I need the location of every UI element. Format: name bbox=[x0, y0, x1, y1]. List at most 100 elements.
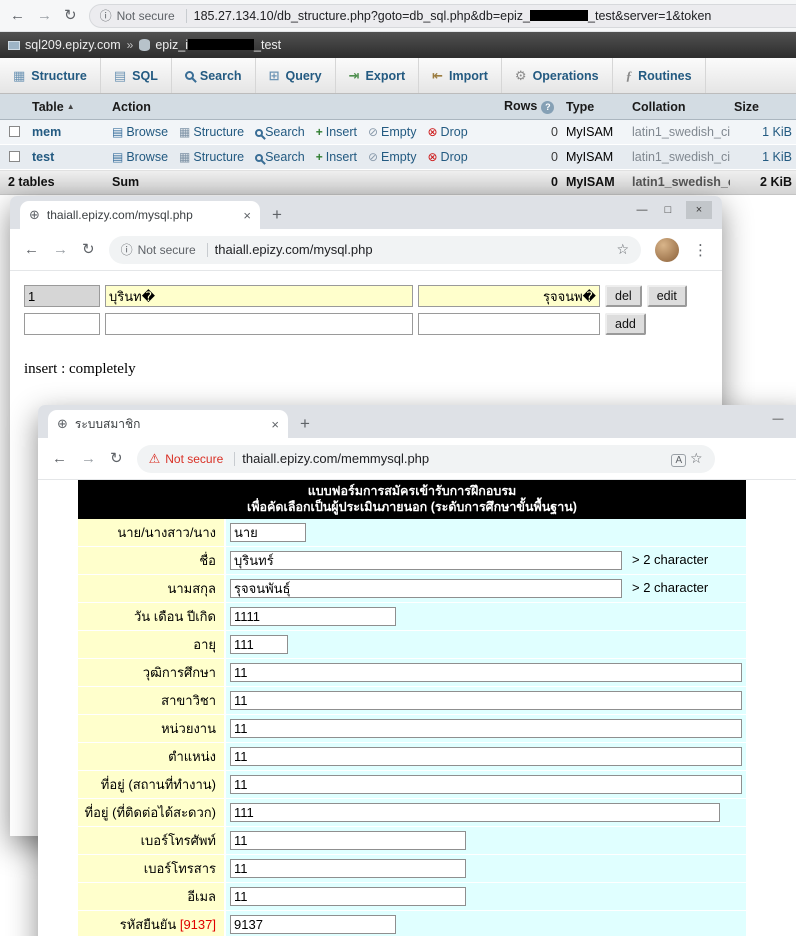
action-browse-link[interactable]: ▤Browse bbox=[112, 150, 168, 164]
back-icon[interactable]: ← bbox=[24, 242, 39, 257]
help-icon[interactable]: ? bbox=[541, 101, 554, 114]
pma-tab-operations[interactable]: ⚙Operations bbox=[502, 58, 613, 93]
field-label: ที่อยู่ (สถานที่ทำงาน) bbox=[78, 771, 225, 799]
breadcrumb-database-link[interactable]: epiz_i_test bbox=[139, 38, 281, 52]
collation-value[interactable]: latin1_swedish_ci bbox=[628, 120, 730, 145]
organization-input[interactable] bbox=[230, 719, 742, 738]
tab-close-icon[interactable]: × bbox=[271, 417, 279, 432]
new-name-field[interactable] bbox=[105, 313, 413, 335]
address-bar[interactable]: ⓘ Not secure 185.27.134.10/db_structure.… bbox=[89, 4, 796, 28]
browser-tab[interactable]: ⊕ ระบบสมาชิก × bbox=[48, 410, 288, 438]
position-input[interactable] bbox=[230, 747, 742, 766]
fax-input[interactable] bbox=[230, 859, 466, 878]
column-header-table[interactable]: Table▲ bbox=[28, 94, 108, 120]
address-bar[interactable]: ⚠ Not secure thaiall.epizy.com/memmysql.… bbox=[137, 445, 715, 473]
table-name-link[interactable]: mem bbox=[32, 125, 61, 139]
browse-icon: ▤ bbox=[112, 150, 123, 164]
lastname-input[interactable] bbox=[230, 579, 622, 598]
action-insert-link[interactable]: +Insert bbox=[316, 125, 357, 139]
action-structure-link[interactable]: ▦Structure bbox=[179, 150, 244, 164]
form-row: อีเมล bbox=[78, 883, 746, 911]
action-search-link[interactable]: Search bbox=[255, 125, 305, 139]
forward-icon[interactable]: → bbox=[37, 8, 52, 23]
column-header-size[interactable]: Size bbox=[730, 94, 796, 120]
confirm-code-input[interactable] bbox=[230, 915, 396, 934]
close-button[interactable]: × bbox=[686, 201, 712, 219]
form-header-row: แบบฟอร์มการสมัครเข้ารับการฝึกอบรม เพื่อค… bbox=[78, 480, 746, 519]
record-id-field[interactable] bbox=[24, 285, 100, 307]
browser-tab[interactable]: ⊕ thaiall.epizy.com/mysql.php × bbox=[20, 201, 260, 229]
action-drop-link[interactable]: ⊗Drop bbox=[427, 150, 467, 164]
contact-address-input[interactable] bbox=[230, 803, 720, 822]
add-button[interactable]: add bbox=[605, 313, 646, 335]
record-name-field[interactable] bbox=[105, 285, 413, 307]
reload-icon[interactable]: ↻ bbox=[82, 242, 95, 257]
tab-close-icon[interactable]: × bbox=[243, 208, 251, 223]
action-empty-link[interactable]: ⊘Empty bbox=[368, 150, 417, 164]
insert-icon: + bbox=[316, 125, 323, 139]
forward-icon[interactable]: → bbox=[81, 451, 96, 466]
education-input[interactable] bbox=[230, 663, 742, 682]
menu-kebab-icon[interactable]: ⋮ bbox=[693, 241, 708, 259]
age-input[interactable] bbox=[230, 635, 288, 654]
new-tab-button[interactable]: + bbox=[300, 415, 310, 432]
char-requirement-note: > 2 character bbox=[632, 552, 708, 567]
title-input[interactable] bbox=[230, 523, 306, 542]
info-icon[interactable]: ⓘ bbox=[100, 7, 112, 24]
new-id-field[interactable] bbox=[24, 313, 100, 335]
translate-icon[interactable]: A bbox=[671, 454, 686, 467]
action-search-link[interactable]: Search bbox=[255, 150, 305, 164]
delete-button[interactable]: del bbox=[605, 285, 642, 307]
address-bar[interactable]: ⓘ Not secure thaiall.epizy.com/mysql.php… bbox=[109, 236, 641, 264]
forward-icon[interactable]: → bbox=[53, 242, 68, 257]
pma-tab-export[interactable]: ⇥Export bbox=[336, 58, 420, 93]
action-empty-link[interactable]: ⊘Empty bbox=[368, 125, 417, 139]
maximize-button[interactable]: □ bbox=[660, 201, 676, 219]
minimize-button[interactable]: — bbox=[770, 410, 786, 428]
table-name-link[interactable]: test bbox=[32, 150, 54, 164]
collation-value[interactable]: latin1_swedish_ci bbox=[628, 145, 730, 170]
column-header-rows[interactable]: Rows? bbox=[500, 94, 562, 120]
warning-icon[interactable]: ⚠ bbox=[149, 451, 161, 467]
breadcrumb-server-link[interactable]: sql209.epizy.com bbox=[8, 38, 121, 52]
engine-sum: MyISAM bbox=[562, 170, 628, 195]
email-input[interactable] bbox=[230, 887, 466, 906]
phone-input[interactable] bbox=[230, 831, 466, 850]
action-browse-link[interactable]: ▤Browse bbox=[112, 125, 168, 139]
birthdate-input[interactable] bbox=[230, 607, 396, 626]
row-checkbox[interactable] bbox=[9, 151, 20, 162]
back-icon[interactable]: ← bbox=[10, 8, 25, 23]
pma-tab-import[interactable]: ⇤Import bbox=[419, 58, 502, 93]
column-header-type[interactable]: Type bbox=[562, 94, 628, 120]
pma-tab-routines[interactable]: ƒRoutines bbox=[613, 58, 706, 93]
row-checkbox[interactable] bbox=[9, 126, 20, 137]
pma-tab-structure[interactable]: ▦Structure bbox=[0, 58, 101, 93]
bookmark-star-icon[interactable]: A ☆ bbox=[651, 450, 702, 467]
major-input[interactable] bbox=[230, 691, 742, 710]
pma-tab-sql[interactable]: ▤SQL bbox=[101, 58, 172, 93]
record-surname-field[interactable] bbox=[418, 285, 600, 307]
pma-tab-query[interactable]: ⊞Query bbox=[256, 58, 336, 93]
profile-avatar[interactable] bbox=[655, 238, 679, 262]
action-drop-link[interactable]: ⊗Drop bbox=[427, 125, 467, 139]
info-icon[interactable]: ⓘ bbox=[121, 241, 133, 258]
bookmark-star-icon[interactable]: ☆ bbox=[606, 241, 629, 258]
action-insert-link[interactable]: +Insert bbox=[316, 150, 357, 164]
minimize-button[interactable]: — bbox=[634, 201, 650, 219]
pma-tab-search[interactable]: Search bbox=[172, 58, 256, 93]
sum-label: Sum bbox=[108, 170, 500, 195]
edit-button[interactable]: edit bbox=[647, 285, 687, 307]
firstname-input[interactable] bbox=[230, 551, 622, 570]
reload-icon[interactable]: ↻ bbox=[110, 451, 123, 466]
back-icon[interactable]: ← bbox=[52, 451, 67, 466]
column-header-collation[interactable]: Collation bbox=[628, 94, 730, 120]
new-surname-field[interactable] bbox=[418, 313, 600, 335]
form-row: นาย/นางสาว/นาง bbox=[78, 519, 746, 547]
action-structure-link[interactable]: ▦Structure bbox=[179, 125, 244, 139]
server-icon bbox=[8, 41, 20, 50]
new-tab-button[interactable]: + bbox=[272, 206, 282, 223]
sql-icon: ▤ bbox=[114, 69, 126, 82]
work-address-input[interactable] bbox=[230, 775, 742, 794]
tab-strip: ⊕ ระบบสมาชิก × + — bbox=[38, 405, 796, 438]
reload-icon[interactable]: ↻ bbox=[64, 8, 77, 23]
